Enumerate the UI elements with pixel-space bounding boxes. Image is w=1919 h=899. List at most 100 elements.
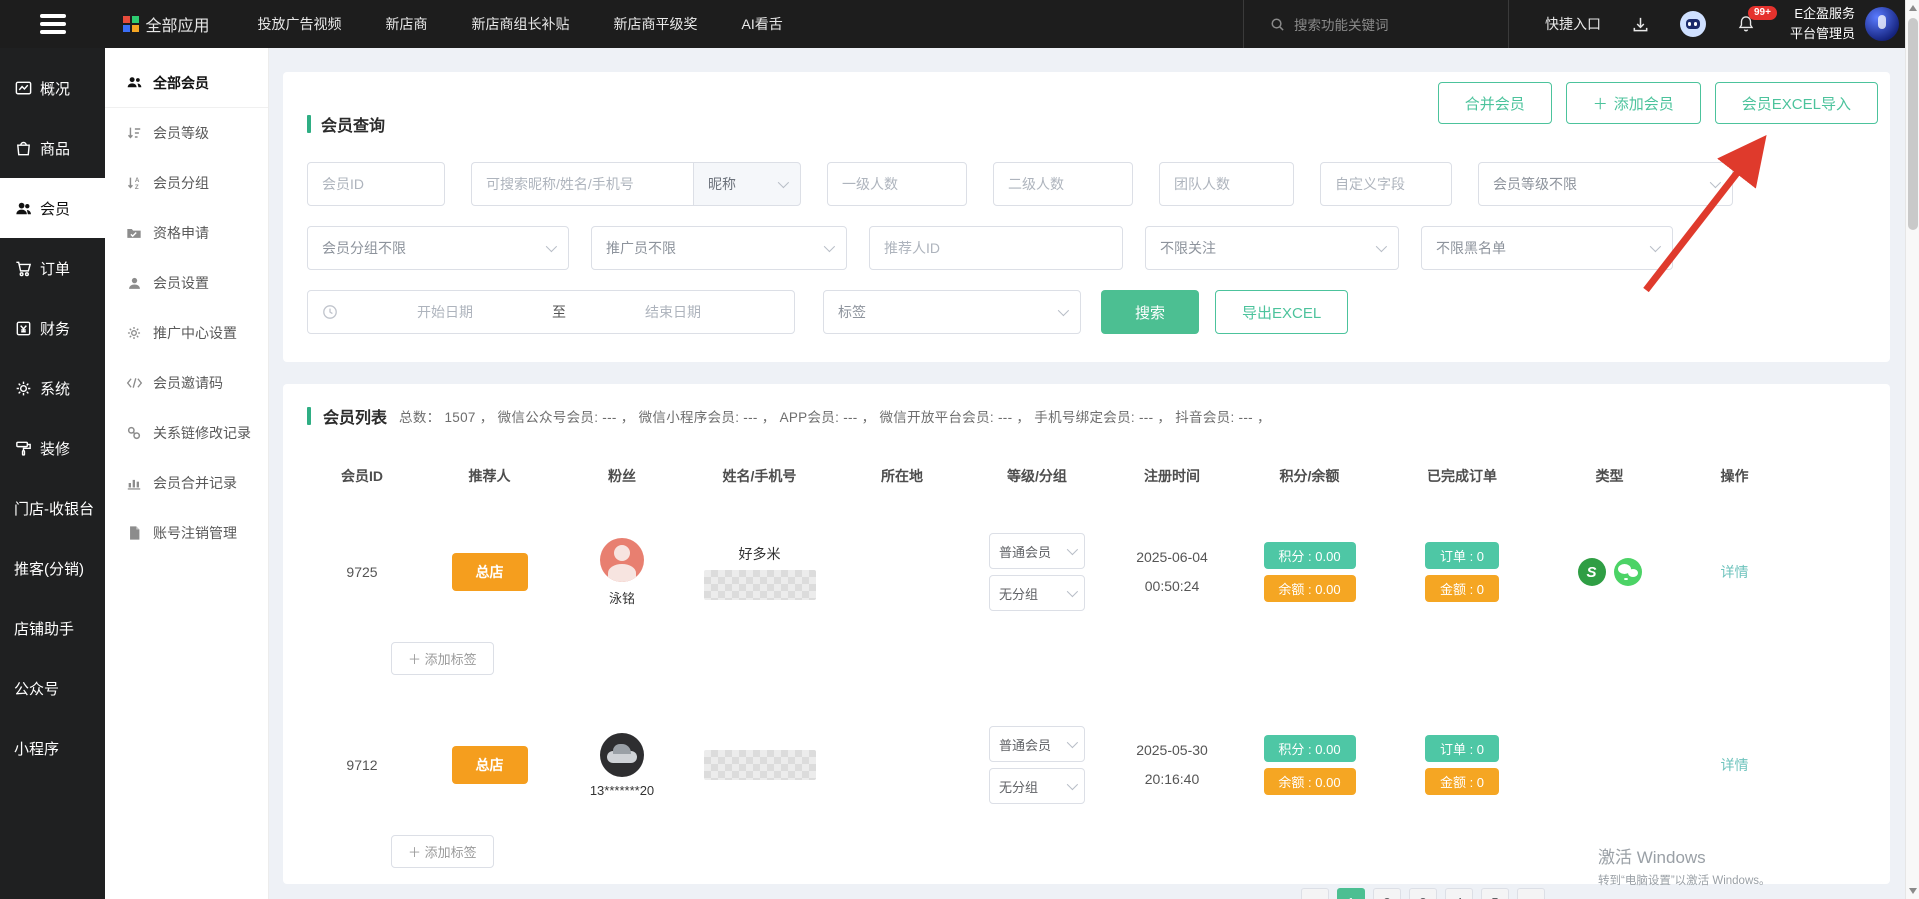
member-submenu: 全部会员 会员等级 AZ 会员分组 资格申请 会员设置 推广中心设置 会员邀请码 xyxy=(105,48,269,899)
sidebar-item-members[interactable]: 会员 xyxy=(0,178,105,238)
pagination-prev-button[interactable]: ‹ xyxy=(1301,888,1329,899)
member-level-select[interactable]: 会员等级不限 xyxy=(1478,162,1733,206)
referrer-id-input[interactable] xyxy=(869,226,1123,270)
blacklist-filter-select[interactable]: 不限黑名单 xyxy=(1421,226,1673,270)
sidebar-item-store-cashier[interactable]: 门店-收银台 xyxy=(0,478,105,538)
members-icon xyxy=(14,199,33,218)
search-icon xyxy=(1270,17,1285,32)
top-menu-item-newshop[interactable]: 新店商 xyxy=(386,14,428,34)
top-menu-item-ai-tongue[interactable]: AI看舌 xyxy=(742,14,783,34)
custom-field-input[interactable] xyxy=(1320,162,1452,206)
main-content: 会员查询 合并会员 ＋添加会员 会员EXCEL导入 昵称 xyxy=(269,48,1905,899)
sidebar-item-shop-assistant[interactable]: 店铺助手 xyxy=(0,598,105,658)
pagination-page-5[interactable]: 5 xyxy=(1481,888,1509,899)
register-time: 00:50:24 xyxy=(1145,575,1200,598)
pagination-page-2[interactable]: 2 xyxy=(1373,888,1401,899)
merge-member-button[interactable]: 合并会员 xyxy=(1438,82,1552,124)
submenu-item-merge-log[interactable]: 会员合并记录 xyxy=(105,458,268,508)
folder-check-icon xyxy=(125,225,143,241)
search-placeholder: 搜索功能关键词 xyxy=(1294,14,1389,34)
nickname-search-input[interactable] xyxy=(471,162,693,206)
add-tag-button[interactable]: ＋ 添加标签 xyxy=(391,642,494,675)
submenu-item-invite-code[interactable]: 会员邀请码 xyxy=(105,358,268,408)
all-apps-button[interactable]: 全部应用 xyxy=(123,12,210,36)
tag-select[interactable]: 标签 xyxy=(823,290,1081,334)
sidebar-item-decorate[interactable]: 装修 xyxy=(0,418,105,478)
member-id-input[interactable] xyxy=(307,162,445,206)
member-level-row-select[interactable]: 普通会员 xyxy=(989,533,1085,569)
sidebar-item-goods[interactable]: 商品 xyxy=(0,118,105,178)
scroll-up-arrow[interactable] xyxy=(1909,5,1917,11)
download-icon[interactable] xyxy=(1631,15,1650,34)
scroll-down-arrow[interactable] xyxy=(1909,888,1917,894)
chevron-down-icon xyxy=(1067,586,1078,597)
assistant-robot-icon[interactable] xyxy=(1680,11,1706,37)
level1-count-input[interactable] xyxy=(827,162,967,206)
submenu-item-relation-log[interactable]: 关系链修改记录 xyxy=(105,408,268,458)
register-date-range-input[interactable]: 开始日期 至 结束日期 xyxy=(307,290,795,334)
member-admin-page: 全部应用 投放广告视频 新店商 新店商组长补贴 新店商平级奖 AI看舌 搜索功能… xyxy=(0,0,1919,899)
submenu-item-member-group[interactable]: AZ 会员分组 xyxy=(105,158,268,208)
pagination-page-4[interactable]: 4 xyxy=(1445,888,1473,899)
points-badge: 积分 : 0.00 xyxy=(1264,542,1356,569)
sort-level-icon xyxy=(125,125,143,141)
search-button[interactable]: 搜索 xyxy=(1101,290,1199,334)
orders-cart-icon xyxy=(14,259,33,278)
submenu-item-qualification[interactable]: 资格申请 xyxy=(105,208,268,258)
follow-filter-select[interactable]: 不限关注 xyxy=(1145,226,1399,270)
overview-icon xyxy=(14,79,33,98)
sidebar-item-mini-program[interactable]: 小程序 xyxy=(0,718,105,778)
sidebar-item-orders[interactable]: 订单 xyxy=(0,238,105,298)
sidebar-item-official-account[interactable]: 公众号 xyxy=(0,658,105,718)
vertical-scrollbar[interactable] xyxy=(1905,0,1919,899)
chevron-down-icon xyxy=(1650,241,1661,252)
sidebar-item-system[interactable]: 系统 xyxy=(0,358,105,418)
fan-name: 13*******20 xyxy=(590,783,654,798)
avatar xyxy=(1865,7,1899,41)
svg-text:Z: Z xyxy=(135,184,139,191)
chevron-down-icon xyxy=(1710,177,1721,188)
promoter-select[interactable]: 推广员不限 xyxy=(591,226,847,270)
top-menu-item-peer-award[interactable]: 新店商平级奖 xyxy=(614,14,698,34)
table-row: 9725 总店 泳铭 好多米 普通会员 无分组 xyxy=(307,516,1878,628)
pagination-page-1[interactable]: 1 xyxy=(1337,888,1365,899)
nickname-search-combo: 昵称 xyxy=(471,162,801,206)
detail-link[interactable]: 详情 xyxy=(1721,562,1749,582)
pagination-page-3[interactable]: 3 xyxy=(1409,888,1437,899)
submenu-item-promotion-settings[interactable]: 推广中心设置 xyxy=(105,308,268,358)
detail-link[interactable]: 详情 xyxy=(1721,755,1749,775)
pagination-next-button[interactable]: › xyxy=(1517,888,1545,899)
hamburger-menu-icon[interactable] xyxy=(0,14,105,34)
notification-bell-icon[interactable]: 99+ xyxy=(1736,14,1756,34)
scrollbar-thumb[interactable] xyxy=(1908,18,1918,230)
quick-entry-button[interactable]: 快捷入口 xyxy=(1545,14,1601,34)
member-list-panel: 会员列表 总数： 1507 ， 微信公众号会员: --- ， 微信小程序会员: … xyxy=(283,384,1890,884)
goods-icon xyxy=(14,139,33,158)
search-type-select[interactable]: 昵称 xyxy=(693,162,801,206)
submenu-item-member-level[interactable]: 会员等级 xyxy=(105,108,268,158)
user-account[interactable]: E企盈服务 平台管理员 xyxy=(1790,4,1899,44)
member-id: 9725 xyxy=(307,564,417,580)
add-tag-button[interactable]: ＋ 添加标签 xyxy=(391,835,494,868)
submenu-item-account-deletion[interactable]: 账号注销管理 xyxy=(105,508,268,558)
member-excel-import-button[interactable]: 会员EXCEL导入 xyxy=(1715,82,1878,124)
member-level-row-select[interactable]: 普通会员 xyxy=(989,726,1085,762)
chevron-down-icon xyxy=(1067,779,1078,790)
submenu-item-member-settings[interactable]: 会员设置 xyxy=(105,258,268,308)
function-search-input[interactable]: 搜索功能关键词 xyxy=(1243,0,1509,48)
sidebar-item-distribution[interactable]: 推客(分销) xyxy=(0,538,105,598)
sidebar-item-overview[interactable]: 概况 xyxy=(0,58,105,118)
top-menu-item-ad-video[interactable]: 投放广告视频 xyxy=(258,14,342,34)
member-group-select[interactable]: 会员分组不限 xyxy=(307,226,569,270)
submenu-item-all-members[interactable]: 全部会员 xyxy=(105,58,268,108)
member-group-row-select[interactable]: 无分组 xyxy=(989,768,1085,804)
sidebar-item-finance[interactable]: 财务 xyxy=(0,298,105,358)
export-excel-button[interactable]: 导出EXCEL xyxy=(1215,290,1348,334)
add-member-button[interactable]: ＋添加会员 xyxy=(1566,82,1701,124)
team-count-input[interactable] xyxy=(1159,162,1294,206)
level2-count-input[interactable] xyxy=(993,162,1133,206)
date-to-label: 至 xyxy=(552,302,566,322)
points-badge: 积分 : 0.00 xyxy=(1264,735,1356,762)
member-group-row-select[interactable]: 无分组 xyxy=(989,575,1085,611)
top-menu-item-leader-subsidy[interactable]: 新店商组长补贴 xyxy=(472,14,570,34)
